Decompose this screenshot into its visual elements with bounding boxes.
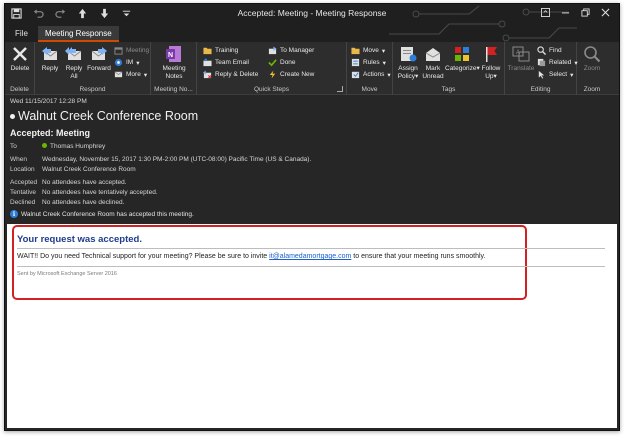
to-recipient[interactable]: Thomas Humphrey bbox=[42, 142, 105, 150]
presence-online-icon bbox=[42, 142, 47, 148]
ribbon: Delete Delete Reply Reply All Forward Me… bbox=[5, 42, 619, 95]
more-button[interactable]: More ▾ bbox=[114, 69, 147, 80]
quick-step-create-new[interactable]: Create New bbox=[268, 69, 314, 80]
mark-unread-icon bbox=[425, 48, 441, 61]
ribbon-group-delete: Delete Delete bbox=[5, 42, 35, 95]
meeting-button[interactable]: Meeting bbox=[114, 45, 149, 56]
rules-icon bbox=[351, 58, 360, 67]
forward-icon bbox=[91, 47, 107, 60]
ribbon-group-zoom: Zoom Zoom bbox=[577, 42, 607, 95]
select-button[interactable]: Select ▾ bbox=[537, 69, 573, 80]
tab-meeting-response[interactable]: Meeting Response bbox=[38, 26, 119, 42]
info-icon: i bbox=[10, 210, 18, 218]
tentative-row: Tentative No attendees have tentatively … bbox=[10, 189, 158, 196]
zoom-button[interactable]: Zoom bbox=[579, 45, 605, 73]
lightning-icon bbox=[269, 70, 276, 79]
im-icon bbox=[114, 58, 123, 67]
quick-step-reply-delete[interactable]: Reply & Delete bbox=[203, 69, 258, 80]
related-button[interactable]: Related ▾ bbox=[537, 57, 578, 68]
ribbon-group-tags: Assign Policy▾ Mark Unread Categorize▾ F… bbox=[393, 42, 505, 95]
to-row: To Thomas Humphrey bbox=[10, 142, 106, 150]
reply-all-icon bbox=[65, 47, 82, 60]
translate-button[interactable]: A Translate bbox=[507, 45, 535, 73]
reply-icon bbox=[42, 47, 58, 60]
to-manager-icon bbox=[268, 46, 277, 55]
related-icon bbox=[537, 58, 546, 67]
circuit-decoration-icon bbox=[389, 5, 577, 42]
ribbon-tab-bar: File Meeting Response bbox=[5, 5, 619, 42]
search-icon bbox=[537, 46, 546, 55]
assign-policy-button[interactable]: Assign Policy▾ bbox=[395, 45, 421, 80]
bullet-icon bbox=[10, 113, 15, 119]
move-icon bbox=[351, 47, 360, 55]
team-email-icon bbox=[203, 58, 212, 67]
mark-unread-button[interactable]: Mark Unread bbox=[421, 45, 445, 80]
response-title: Accepted: Meeting bbox=[10, 128, 91, 138]
info-bar: i Walnut Creek Conference Room has accep… bbox=[10, 210, 194, 218]
quick-step-to-manager[interactable]: To Manager bbox=[268, 45, 314, 56]
ribbon-group-quick-steps: Training Team Email Reply & Delete To Ma… bbox=[197, 42, 347, 95]
delete-button[interactable]: Delete bbox=[7, 45, 33, 73]
delete-icon bbox=[13, 47, 27, 61]
assign-policy-icon bbox=[401, 47, 417, 62]
wait-message: WAIT!! Do you need Technical support for… bbox=[17, 253, 486, 260]
onenote-icon: N bbox=[166, 46, 181, 62]
cursor-icon bbox=[538, 70, 545, 79]
folder-icon bbox=[203, 47, 212, 55]
ribbon-group-respond: Reply Reply All Forward Meeting IM ▾ Mor… bbox=[35, 42, 151, 95]
find-button[interactable]: Find bbox=[537, 45, 562, 56]
message-header: Wed 11/15/2017 12:28 PM Walnut Creek Con… bbox=[5, 95, 619, 224]
zoom-icon bbox=[584, 46, 601, 63]
move-button[interactable]: Move ▾ bbox=[351, 45, 385, 56]
quick-step-training[interactable]: Training bbox=[203, 45, 238, 56]
tab-file[interactable]: File bbox=[8, 26, 35, 42]
quick-step-done[interactable]: Done bbox=[268, 57, 296, 68]
when-row: When Wednesday, November 15, 2017 1:30 P… bbox=[10, 156, 312, 163]
checkmark-icon bbox=[268, 59, 277, 67]
translate-icon: A bbox=[512, 46, 530, 62]
categorize-button[interactable]: Categorize▾ bbox=[445, 45, 480, 73]
categorize-icon bbox=[455, 47, 469, 61]
email-link[interactable]: it@alamedamortgage.com bbox=[269, 253, 351, 260]
follow-up-button[interactable]: Follow Up▾ bbox=[479, 45, 503, 80]
location-row: Location Walnut Creek Conference Room bbox=[10, 166, 136, 173]
ribbon-group-move: Move ▾ Rules ▾ Actions ▾ Move bbox=[347, 42, 393, 95]
actions-button[interactable]: Actions ▾ bbox=[351, 69, 391, 80]
divider bbox=[17, 248, 605, 249]
reply-all-button[interactable]: Reply All bbox=[62, 45, 86, 80]
svg-text:N: N bbox=[168, 52, 173, 59]
close-icon[interactable] bbox=[595, 4, 615, 21]
sent-date: Wed 11/15/2017 12:28 PM bbox=[10, 98, 87, 105]
meeting-notes-button[interactable]: N Meeting Notes bbox=[155, 45, 193, 80]
divider bbox=[17, 266, 605, 267]
outlook-window: Accepted: Meeting - Meeting Response Fil… bbox=[4, 3, 620, 431]
quick-step-team-email[interactable]: Team Email bbox=[203, 57, 249, 68]
rules-button[interactable]: Rules ▾ bbox=[351, 57, 386, 68]
more-icon bbox=[114, 71, 123, 78]
flag-icon bbox=[486, 47, 497, 62]
reply-delete-icon bbox=[203, 70, 212, 79]
reply-button[interactable]: Reply bbox=[38, 45, 62, 73]
actions-icon bbox=[351, 71, 360, 79]
meeting-icon bbox=[114, 47, 123, 55]
quick-steps-launcher-icon[interactable] bbox=[337, 86, 343, 92]
request-accepted-title: Your request was accepted. bbox=[17, 234, 142, 245]
message-subject: Walnut Creek Conference Room bbox=[10, 109, 198, 123]
message-body: Your request was accepted. WAIT!! Do you… bbox=[7, 224, 617, 428]
sent-by-footer: Sent by Microsoft Exchange Server 2016 bbox=[17, 271, 117, 277]
ribbon-group-editing: A Translate Find Related ▾ Select ▾ Editin… bbox=[505, 42, 578, 95]
im-button[interactable]: IM ▾ bbox=[114, 57, 140, 68]
declined-row: Declined No attendees have declined. bbox=[10, 199, 125, 206]
svg-text:A: A bbox=[516, 50, 520, 56]
accepted-row: Accepted No attendees have accepted. bbox=[10, 179, 127, 186]
ribbon-group-meeting-notes: N Meeting Notes Meeting No... bbox=[151, 42, 197, 95]
forward-button[interactable]: Forward bbox=[86, 45, 112, 73]
